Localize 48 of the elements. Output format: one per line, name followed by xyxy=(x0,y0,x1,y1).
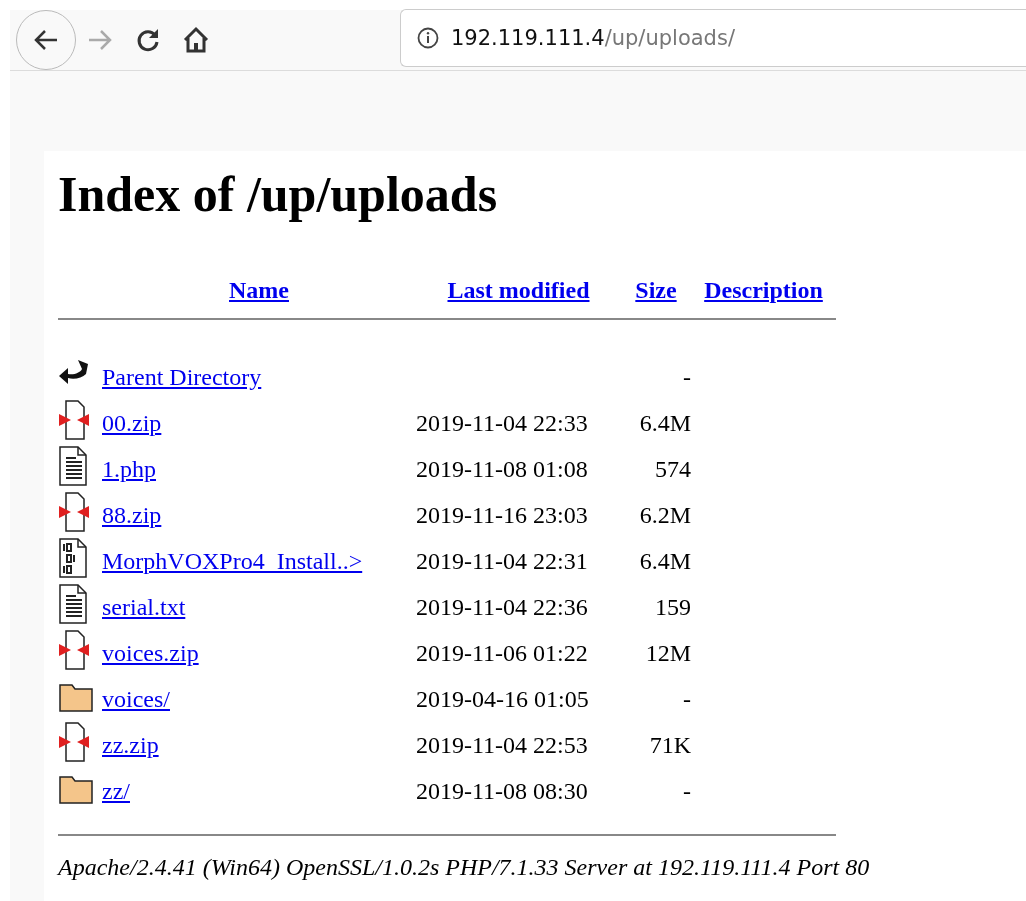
file-link[interactable]: voices.zip xyxy=(102,639,199,666)
modified-date: 2019-11-08 08:30 xyxy=(416,777,588,804)
page-heading: Index of /up/uploads xyxy=(58,165,499,223)
address-bar[interactable]: 192.119.111.4/up/uploads/ xyxy=(400,9,1026,67)
text-file-icon xyxy=(58,584,90,624)
file-size: 159 xyxy=(655,593,691,620)
compressed-file-icon xyxy=(58,492,90,532)
modified-date: 2019-11-16 23:03 xyxy=(416,501,588,528)
server-signature: Apache/2.4.41 (Win64) OpenSSL/1.0.2s PHP/7.1.33 Server at 192.119.111.4 Port 80 xyxy=(58,854,871,881)
file-size: 6.2M xyxy=(639,501,691,528)
column-header-link[interactable]: Name xyxy=(229,277,289,303)
info-icon xyxy=(417,27,439,49)
file-link[interactable]: MorphVOXPro4_Install..> xyxy=(102,547,363,574)
modified-date: 2019-11-06 01:22 xyxy=(416,639,588,666)
file-size: 71K xyxy=(649,731,691,758)
compressed-file-icon xyxy=(58,722,90,762)
file-link[interactable]: zz/ xyxy=(102,777,130,804)
compressed-file-icon xyxy=(58,630,90,670)
file-link[interactable]: 00.zip xyxy=(102,409,162,436)
column-header-link[interactable]: Size xyxy=(635,277,677,303)
column-header-link[interactable]: Description xyxy=(704,277,823,303)
text-file-icon xyxy=(58,446,90,486)
compressed-file-icon xyxy=(58,400,90,440)
file-size: - xyxy=(683,363,691,390)
file-link[interactable]: serial.txt xyxy=(102,593,186,620)
url-host: 192.119.111.4 xyxy=(451,26,605,50)
home-icon xyxy=(182,26,210,54)
binary-file-icon xyxy=(58,538,90,578)
file-link[interactable]: zz.zip xyxy=(102,731,159,758)
file-size: - xyxy=(683,685,691,712)
file-link[interactable]: 88.zip xyxy=(102,501,162,528)
file-size: 12M xyxy=(645,639,691,666)
file-size: - xyxy=(683,777,691,804)
file-size: 574 xyxy=(655,455,691,482)
url-path: /up/uploads/ xyxy=(604,26,735,50)
reload-icon xyxy=(135,27,161,53)
file-size: 6.4M xyxy=(639,409,691,436)
modified-date: 2019-11-04 22:36 xyxy=(416,593,588,620)
modified-date: 2019-11-04 22:53 xyxy=(416,731,588,758)
modified-date: 2019-11-08 01:08 xyxy=(416,455,588,482)
file-link[interactable]: voices/ xyxy=(102,685,170,712)
modified-date: 2019-11-04 22:33 xyxy=(416,409,588,436)
file-size: 6.4M xyxy=(639,547,691,574)
file-link[interactable]: 1.php xyxy=(102,455,156,482)
modified-date: 2019-04-16 01:05 xyxy=(416,685,589,712)
modified-date: 2019-11-04 22:31 xyxy=(416,547,588,574)
file-link[interactable]: Parent Directory xyxy=(102,363,262,390)
column-header-link[interactable]: Last modified xyxy=(447,277,590,303)
